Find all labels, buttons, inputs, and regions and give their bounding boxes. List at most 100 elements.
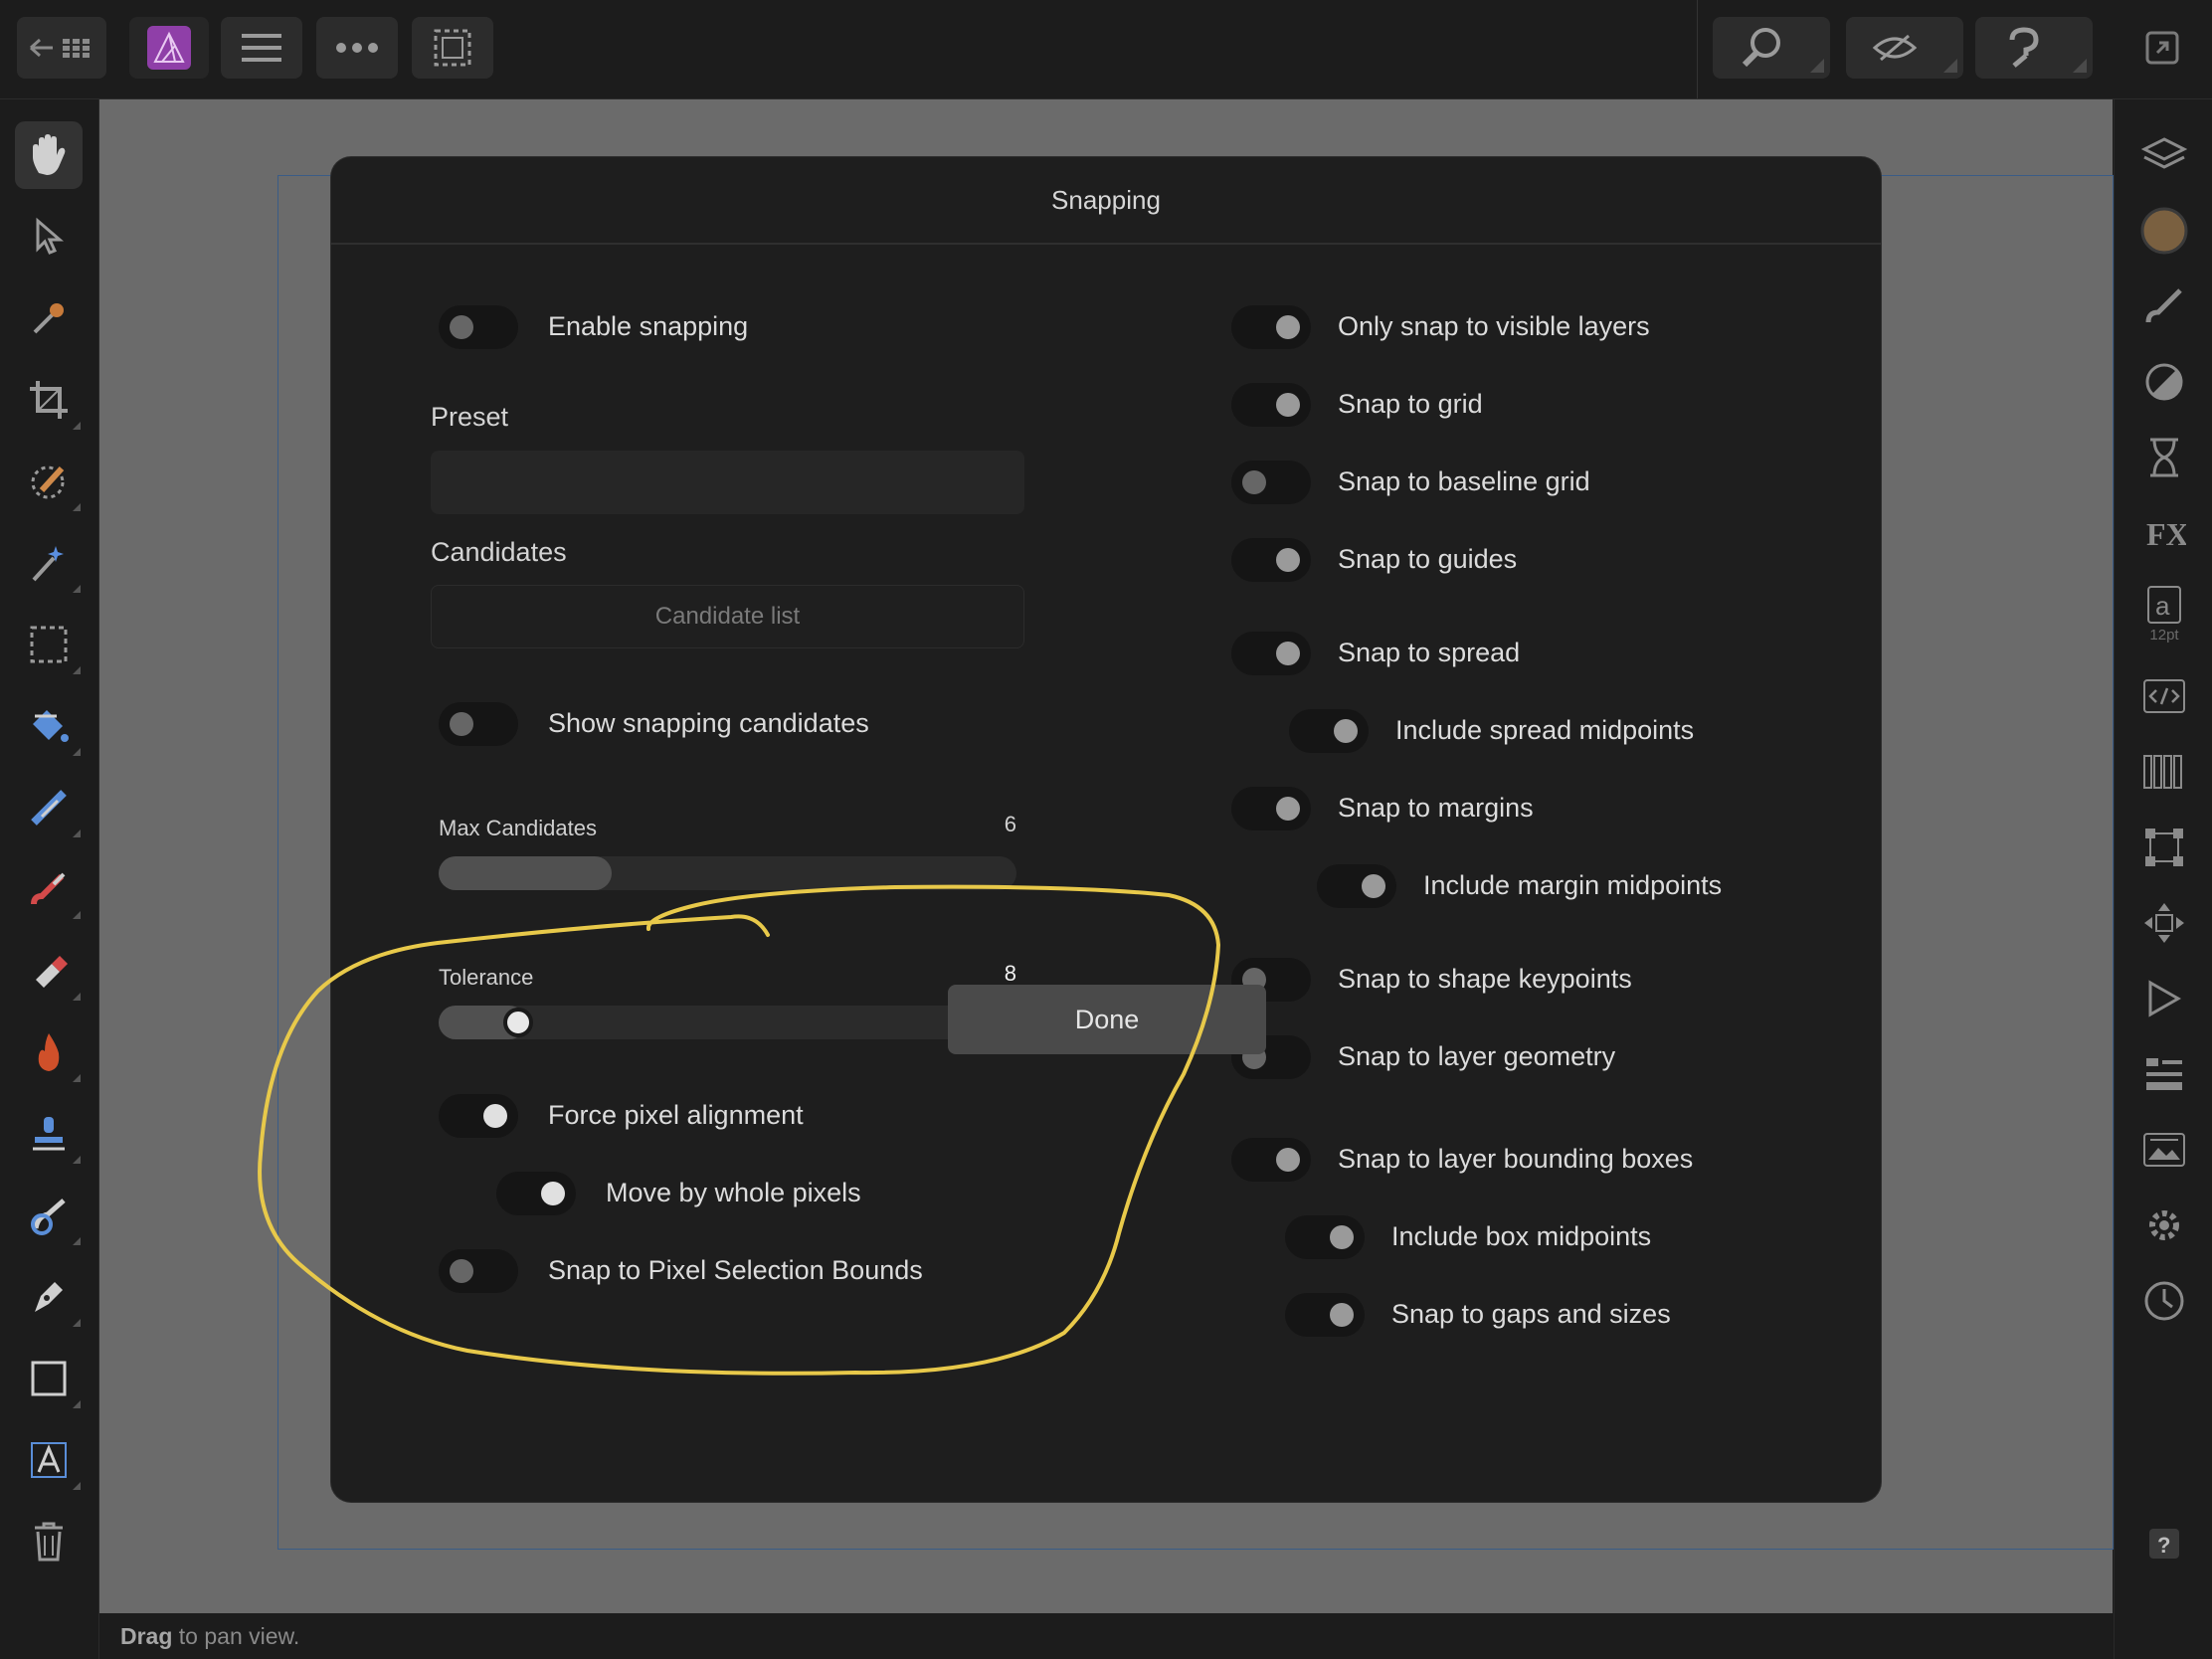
stock-images-icon <box>2143 1133 2185 1167</box>
move-by-whole-pixels-toggle[interactable] <box>496 1172 576 1215</box>
effects-studio-button[interactable]: FX <box>2138 507 2190 559</box>
toggle-knob <box>1276 642 1300 665</box>
only-snap-visible-layers-toggle[interactable] <box>1231 305 1311 349</box>
layers-studio-button[interactable] <box>2138 129 2190 181</box>
dodge-burn-tool[interactable] <box>15 1018 83 1086</box>
selection-brush-icon <box>31 465 65 499</box>
toggle-knob <box>483 1104 507 1128</box>
tolerance-slider-thumb[interactable] <box>503 1008 533 1037</box>
svg-text:a: a <box>2155 591 2170 621</box>
assistant-button[interactable] <box>1975 17 2093 79</box>
clone-tool[interactable] <box>15 1100 83 1168</box>
code-icon <box>2143 679 2185 713</box>
tool-variants-icon <box>73 1074 81 1082</box>
max-candidates-label: Max Candidates <box>439 816 597 840</box>
erase-tool[interactable] <box>15 937 83 1005</box>
include-spread-midpoints-toggle[interactable] <box>1289 709 1369 753</box>
app-menu-button[interactable] <box>129 17 209 79</box>
svg-text:?: ? <box>2157 1533 2170 1558</box>
macro-studio-button[interactable] <box>2138 973 2190 1024</box>
rectangle-icon <box>31 1361 67 1396</box>
back-to-gallery-button[interactable] <box>17 17 106 79</box>
tool-variants-icon <box>73 585 81 593</box>
rectangle-tool[interactable] <box>15 1345 83 1412</box>
pen-tool[interactable] <box>15 1263 83 1331</box>
smudge-tool[interactable] <box>15 1182 83 1249</box>
show-snapping-candidates-toggle[interactable] <box>439 702 518 746</box>
gradient-icon <box>31 790 67 826</box>
snap-to-grid-label: Snap to grid <box>1338 389 1483 419</box>
help-button[interactable]: ? <box>2138 1518 2190 1569</box>
dialog-title: Snapping <box>331 157 1881 245</box>
flood-select-tool[interactable] <box>15 529 83 597</box>
fullscreen-button[interactable] <box>2122 17 2202 79</box>
only-snap-visible-layers-label: Only snap to visible layers <box>1338 311 1650 341</box>
snap-to-spread-toggle[interactable] <box>1231 632 1311 675</box>
candidate-list-box[interactable]: Candidate list <box>431 585 1024 648</box>
transform-studio-button[interactable] <box>2138 822 2190 873</box>
snapshots-studio-button[interactable] <box>2138 1275 2190 1327</box>
toggle-knob <box>1276 315 1300 339</box>
magic-wand-icon <box>32 546 64 582</box>
snap-to-pixel-selection-bounds-toggle[interactable] <box>439 1249 518 1293</box>
toggle-knob <box>1276 1148 1300 1172</box>
color-picker-tool[interactable] <box>15 284 83 352</box>
stock-studio-button[interactable] <box>2138 1124 2190 1176</box>
text-tool[interactable] <box>15 1426 83 1494</box>
adjustments-studio-button[interactable] <box>2138 356 2190 408</box>
zoom-button[interactable] <box>1713 17 1830 79</box>
color-swatch-icon <box>2140 207 2188 255</box>
gradient-tool[interactable] <box>15 774 83 841</box>
done-button[interactable]: Done <box>948 985 1266 1054</box>
assistant-icon <box>2009 27 2039 68</box>
color-studio-button[interactable] <box>2138 205 2190 257</box>
history-studio-button[interactable] <box>2138 432 2190 483</box>
gear-icon <box>2149 1210 2179 1240</box>
snap-to-pixel-selection-bounds-label: Snap to Pixel Selection Bounds <box>548 1255 923 1285</box>
snap-to-guides-toggle[interactable] <box>1231 538 1311 582</box>
hourglass-icon <box>2150 438 2178 477</box>
crop-tool[interactable] <box>15 366 83 434</box>
snapping-dialog: Snapping Enable snapping Preset Candidat… <box>331 157 1881 1502</box>
view-tool[interactable] <box>15 121 83 189</box>
character-studio-button[interactable]: a 12pt <box>2138 581 2190 646</box>
snap-to-shape-keypoints-label: Snap to shape keypoints <box>1338 964 1632 994</box>
more-button[interactable] <box>316 17 398 79</box>
marquee-tool[interactable] <box>15 611 83 678</box>
tool-variants-icon <box>73 1482 81 1490</box>
selection-icon <box>434 29 471 67</box>
menu-button[interactable] <box>221 17 302 79</box>
fill-tool[interactable] <box>15 692 83 760</box>
paint-brush-tool[interactable] <box>15 855 83 923</box>
tolerance-slider[interactable] <box>439 1006 1016 1039</box>
preset-dropdown[interactable] <box>431 451 1024 514</box>
snap-to-layer-bounding-boxes-toggle[interactable] <box>1231 1138 1311 1182</box>
include-box-midpoints-toggle[interactable] <box>1285 1215 1365 1259</box>
brushes-studio-button[interactable] <box>2138 280 2190 332</box>
stamp-icon <box>33 1117 65 1151</box>
enable-snapping-toggle[interactable] <box>439 305 518 349</box>
swatches-studio-button[interactable] <box>2138 746 2190 798</box>
navigator-studio-button[interactable] <box>2138 897 2190 949</box>
snap-to-margins-toggle[interactable] <box>1231 787 1311 830</box>
snap-to-gaps-and-sizes-toggle[interactable] <box>1285 1293 1365 1337</box>
play-icon <box>2148 980 2182 1017</box>
toggle-knob <box>1276 393 1300 417</box>
tool-variants-icon <box>73 748 81 756</box>
selection-button[interactable] <box>412 17 493 79</box>
snap-to-baseline-grid-toggle[interactable] <box>1231 461 1311 504</box>
tools-panel <box>0 99 99 1659</box>
view-mode-button[interactable] <box>1846 17 1963 79</box>
selection-brush-tool[interactable] <box>15 448 83 515</box>
move-tool[interactable] <box>15 203 83 271</box>
settings-studio-button[interactable] <box>2138 1199 2190 1251</box>
max-candidates-slider[interactable] <box>439 856 1016 890</box>
snap-to-grid-toggle[interactable] <box>1231 383 1311 427</box>
more-icon <box>336 43 378 53</box>
library-studio-button[interactable] <box>2138 1048 2190 1100</box>
include-margin-midpoints-toggle[interactable] <box>1317 864 1396 908</box>
studio-panel: FX a 12pt ? <box>2114 99 2212 1659</box>
text-styles-studio-button[interactable] <box>2138 670 2190 722</box>
force-pixel-alignment-toggle[interactable] <box>439 1094 518 1138</box>
delete-button[interactable] <box>15 1508 83 1575</box>
